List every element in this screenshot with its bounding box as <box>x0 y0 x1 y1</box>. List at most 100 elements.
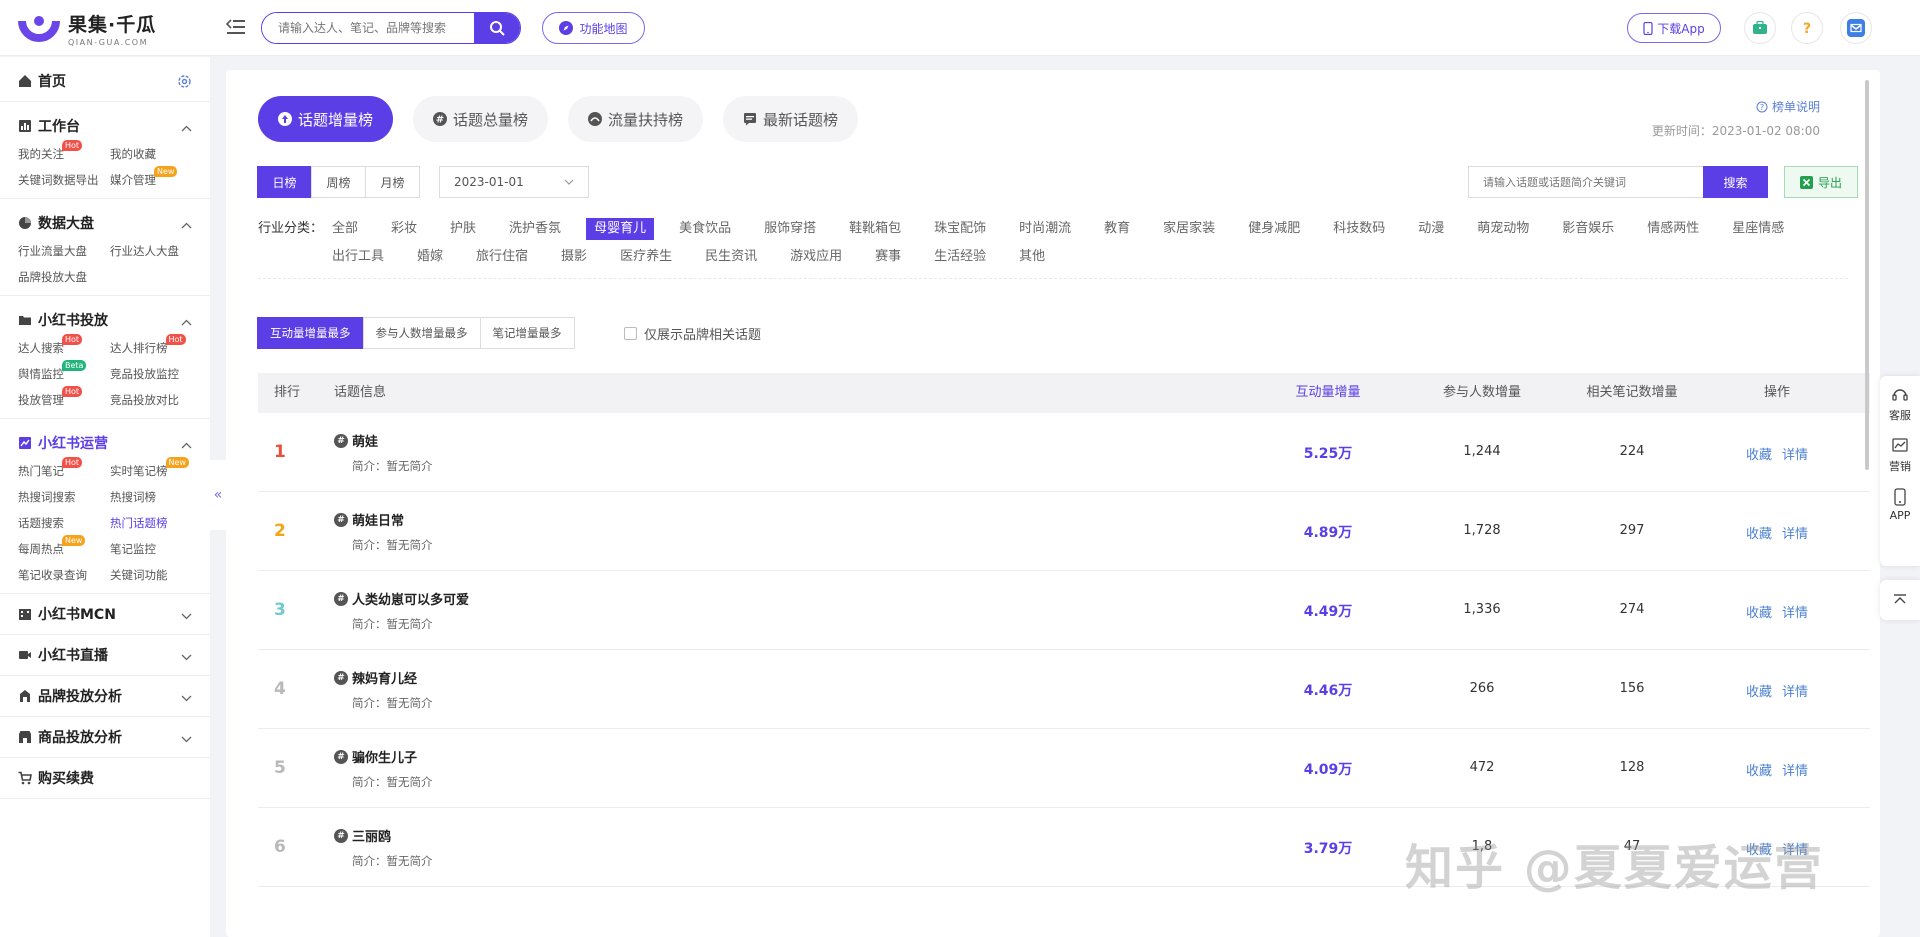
period-button[interactable]: 日榜 <box>257 166 312 198</box>
industry-option[interactable]: 母婴育儿 <box>586 218 655 240</box>
sidebar-section-header[interactable]: 品牌投放分析 <box>0 682 210 710</box>
menu-fold-icon[interactable] <box>226 17 246 37</box>
sidebar-item[interactable]: 我的关注 Hot <box>18 140 110 164</box>
industry-option[interactable]: 游戏应用 <box>782 246 850 268</box>
topic-name[interactable]: # 萌娃 <box>334 431 378 450</box>
header-interact[interactable]: 互动量增量 <box>1295 373 1360 413</box>
sidebar-item[interactable]: 笔记收录查询 <box>18 565 110 585</box>
detail-link[interactable]: 详情 <box>1782 760 1808 779</box>
chevron-up-icon[interactable] <box>181 437 192 453</box>
industry-option[interactable]: 影音娱乐 <box>1554 218 1622 240</box>
industry-option[interactable]: 全部 <box>324 218 366 240</box>
sidebar-item[interactable]: 竞品投放监控 <box>110 364 210 384</box>
function-map-button[interactable]: 功能地图 <box>542 12 645 44</box>
sidebar-item[interactable]: 舆情监控 Beta <box>18 360 110 384</box>
sort-button[interactable]: 互动量增量最多 <box>257 317 364 349</box>
sidebar-item[interactable]: 竞品投放对比 <box>110 390 210 410</box>
sidebar-section-header[interactable]: 小红书投放 <box>0 306 210 334</box>
header-notes[interactable]: 相关笔记数增量 <box>1586 373 1677 413</box>
settings-icon[interactable] <box>177 74 192 89</box>
industry-option[interactable]: 健身减肥 <box>1240 218 1308 240</box>
collect-link[interactable]: 收藏 <box>1746 602 1772 621</box>
industry-option[interactable]: 摄影 <box>553 246 595 268</box>
tab-ranking[interactable]: 流量扶持榜 <box>568 96 704 142</box>
topic-name[interactable]: # 人类幼崽可以多可爱 <box>334 589 469 608</box>
topic-search-input[interactable] <box>1468 166 1703 198</box>
industry-option[interactable]: 动漫 <box>1410 218 1452 240</box>
detail-link[interactable]: 详情 <box>1782 602 1808 621</box>
industry-option[interactable]: 生活经验 <box>926 246 994 268</box>
help-button[interactable]: ? <box>1791 12 1823 44</box>
sidebar-item[interactable]: 每周热点 New <box>18 535 110 559</box>
sidebar-section-header[interactable]: 工作台 <box>0 112 210 140</box>
detail-link[interactable]: 详情 <box>1782 681 1808 700</box>
app-button[interactable]: APP <box>1890 488 1910 522</box>
topic-name[interactable]: # 骗你生儿子 <box>334 747 417 766</box>
tab-ranking[interactable]: # 话题总量榜 <box>413 96 549 142</box>
sidebar-item[interactable]: 达人搜索 Hot <box>18 334 110 358</box>
sidebar-section-header[interactable]: 数据大盘 <box>0 209 210 237</box>
sidebar-item[interactable]: 热门笔记 Hot <box>18 457 110 481</box>
export-button[interactable]: 导出 <box>1784 166 1858 198</box>
topic-name[interactable]: # 辣妈育儿经 <box>334 668 417 687</box>
sidebar-item[interactable]: 热搜词榜 <box>110 487 210 507</box>
detail-link[interactable]: 详情 <box>1782 444 1808 463</box>
sidebar-section-header[interactable]: 小红书运营 <box>0 429 210 457</box>
sidebar-item[interactable]: 品牌投放大盘 <box>18 267 110 287</box>
collect-link[interactable]: 收藏 <box>1746 681 1772 700</box>
industry-option[interactable]: 珠宝配饰 <box>926 218 994 240</box>
header-participants[interactable]: 参与人数增量 <box>1443 373 1521 413</box>
sidebar-item[interactable]: 笔记监控 <box>110 539 210 559</box>
industry-option[interactable]: 美食饮品 <box>671 218 739 240</box>
sidebar-collapse-button[interactable]: « <box>210 460 226 530</box>
sidebar-item[interactable]: 媒介管理 New <box>110 166 210 190</box>
industry-option[interactable]: 鞋靴箱包 <box>841 218 909 240</box>
scrollbar-thumb[interactable] <box>1865 80 1869 470</box>
chevron-down-icon[interactable] <box>181 731 192 747</box>
logo[interactable]: 果集·千瓜 QIAN-GUA.COM <box>18 10 156 47</box>
sidebar-section-header[interactable]: 小红书直播 <box>0 641 210 669</box>
topic-name[interactable]: # 萌娃日常 <box>334 510 404 529</box>
sidebar-item[interactable]: 关键词数据导出 <box>18 170 110 190</box>
industry-option[interactable]: 科技数码 <box>1325 218 1393 240</box>
detail-link[interactable]: 详情 <box>1782 523 1808 542</box>
period-button[interactable]: 周榜 <box>311 166 366 198</box>
sidebar-item[interactable]: 实时笔记榜 New <box>110 457 210 481</box>
sidebar-item[interactable]: 达人排行榜 Hot <box>110 334 210 358</box>
download-app-button[interactable]: 下载App <box>1627 13 1721 43</box>
topic-name[interactable]: # 三丽鸥 <box>334 826 391 845</box>
industry-option[interactable]: 教育 <box>1096 218 1138 240</box>
global-search-input[interactable] <box>262 13 474 43</box>
industry-option[interactable]: 服饰穿搭 <box>756 218 824 240</box>
industry-option[interactable]: 赛事 <box>867 246 909 268</box>
industry-option[interactable]: 婚嫁 <box>409 246 451 268</box>
industry-option[interactable]: 旅行住宿 <box>468 246 536 268</box>
industry-option[interactable]: 星座情感 <box>1724 218 1792 240</box>
chevron-up-icon[interactable] <box>181 314 192 330</box>
industry-option[interactable]: 萌宠动物 <box>1469 218 1537 240</box>
sort-button[interactable]: 参与人数增量最多 <box>362 317 481 349</box>
sidebar-section-header[interactable]: 小红书MCN <box>0 600 210 628</box>
industry-option[interactable]: 护肤 <box>442 218 484 240</box>
industry-option[interactable]: 时尚潮流 <box>1011 218 1079 240</box>
sidebar-item[interactable]: 关键词功能 <box>110 565 210 585</box>
sidebar-item[interactable]: 行业达人大盘 <box>110 241 210 261</box>
sidebar-section-header[interactable]: 购买续费 <box>0 764 210 792</box>
date-picker[interactable]: 2023-01-01 <box>439 166 589 198</box>
chevron-down-icon[interactable] <box>181 690 192 706</box>
collect-link[interactable]: 收藏 <box>1746 760 1772 779</box>
marketing-button[interactable]: 营销 <box>1889 437 1911 474</box>
industry-option[interactable]: 洗护香氛 <box>501 218 569 240</box>
ranking-explanation-link[interactable]: ? 榜单说明 <box>1756 98 1820 115</box>
industry-option[interactable]: 彩妆 <box>383 218 425 240</box>
period-button[interactable]: 月榜 <box>365 166 420 198</box>
collect-link[interactable]: 收藏 <box>1746 523 1772 542</box>
message-button[interactable] <box>1840 12 1872 44</box>
sort-button[interactable]: 笔记增量最多 <box>479 317 575 349</box>
chevron-up-icon[interactable] <box>181 217 192 233</box>
toolbox-button[interactable] <box>1744 12 1776 44</box>
industry-option[interactable]: 其他 <box>1011 246 1053 268</box>
brand-only-checkbox[interactable]: 仅展示品牌相关话题 <box>624 324 761 343</box>
industry-option[interactable]: 家居家装 <box>1155 218 1223 240</box>
sidebar-item[interactable]: 行业流量大盘 <box>18 241 110 261</box>
